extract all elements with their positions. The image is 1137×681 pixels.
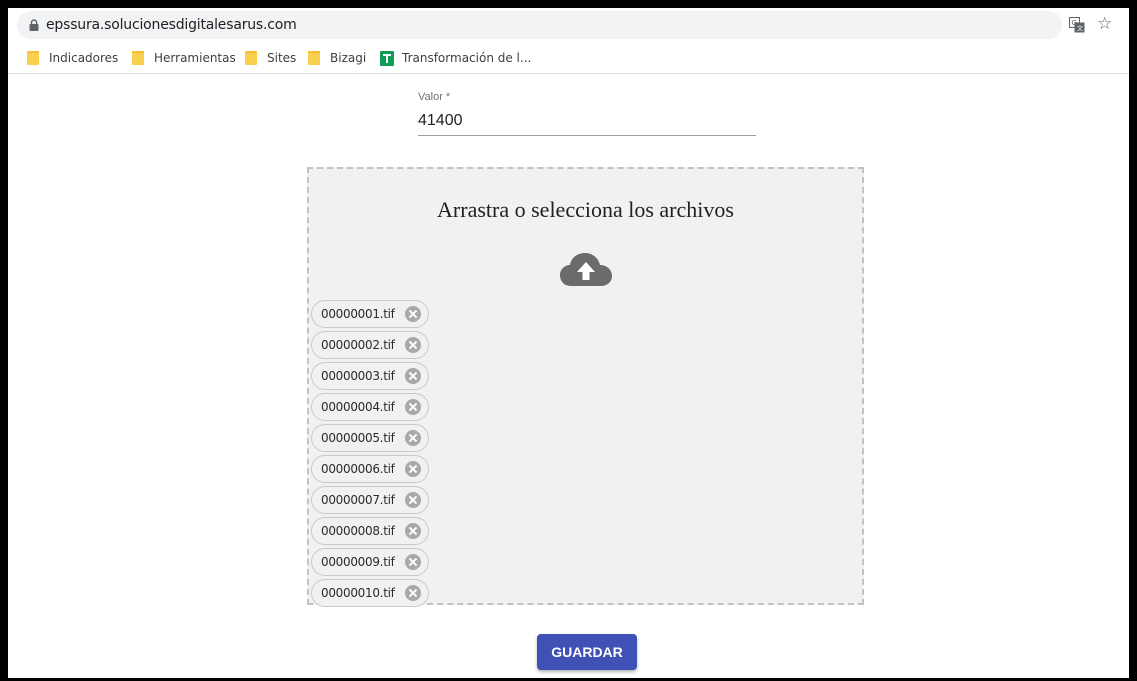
file-chip-label: 00000003.tif bbox=[321, 369, 395, 383]
file-chip-label: 00000010.tif bbox=[321, 586, 395, 600]
file-chip: 00000009.tif bbox=[311, 548, 429, 576]
file-chip-label: 00000001.tif bbox=[321, 307, 395, 321]
bookmark-label: Transformación de l... bbox=[402, 51, 532, 65]
omnibox[interactable]: epssura.solucionesdigitalesarus.com bbox=[17, 11, 1062, 39]
file-chip-label: 00000004.tif bbox=[321, 400, 395, 414]
file-chip: 00000003.tif bbox=[311, 362, 429, 390]
valor-underline bbox=[418, 135, 756, 136]
url-text[interactable]: epssura.solucionesdigitalesarus.com bbox=[46, 17, 297, 33]
file-chip: 00000006.tif bbox=[311, 455, 429, 483]
save-button[interactable]: GUARDAR bbox=[537, 634, 637, 670]
sheets-icon bbox=[380, 50, 394, 66]
remove-file-icon[interactable] bbox=[405, 399, 421, 415]
bookmark-sites[interactable]: Sites bbox=[245, 49, 296, 67]
file-chip: 00000007.tif bbox=[311, 486, 429, 514]
folder-icon bbox=[27, 51, 39, 65]
bookmark-label: Indicadores bbox=[49, 51, 119, 65]
file-chip-label: 00000007.tif bbox=[321, 493, 395, 507]
remove-file-icon[interactable] bbox=[405, 430, 421, 446]
remove-file-icon[interactable] bbox=[405, 523, 421, 539]
file-chip-label: 00000006.tif bbox=[321, 462, 395, 476]
lock-icon[interactable] bbox=[29, 19, 39, 31]
bookmark-transformacion[interactable]: Transformación de l... bbox=[380, 49, 531, 67]
valor-input[interactable]: 41400 bbox=[418, 112, 463, 130]
file-chip-label: 00000005.tif bbox=[321, 431, 395, 445]
remove-file-icon[interactable] bbox=[405, 492, 421, 508]
file-chip: 00000005.tif bbox=[311, 424, 429, 452]
remove-file-icon[interactable] bbox=[405, 368, 421, 384]
folder-icon bbox=[245, 51, 257, 65]
bookmark-label: Herramientas bbox=[154, 51, 236, 65]
translate-icon[interactable]: G 文 bbox=[1069, 17, 1085, 33]
star-icon[interactable]: ☆ bbox=[1097, 15, 1112, 32]
folder-icon bbox=[132, 51, 144, 65]
file-chip-label: 00000008.tif bbox=[321, 524, 395, 538]
bookmarks-bar: Indicadores Herramientas Sites Bizagi Tr… bbox=[8, 44, 1129, 74]
remove-file-icon[interactable] bbox=[405, 337, 421, 353]
bookmark-label: Sites bbox=[267, 51, 297, 65]
file-chip: 00000004.tif bbox=[311, 393, 429, 421]
folder-icon bbox=[308, 51, 320, 65]
file-chip-label: 00000002.tif bbox=[321, 338, 395, 352]
remove-file-icon[interactable] bbox=[405, 554, 421, 570]
bookmark-label: Bizagi bbox=[330, 51, 367, 65]
bookmark-bizagi[interactable]: Bizagi bbox=[308, 49, 366, 67]
bookmark-herramientas[interactable]: Herramientas bbox=[132, 49, 236, 67]
file-dropzone[interactable]: Arrastra o selecciona los archivos 00000… bbox=[307, 167, 864, 607]
remove-file-icon[interactable] bbox=[405, 585, 421, 601]
address-bar: epssura.solucionesdigitalesarus.com G 文 … bbox=[8, 8, 1129, 44]
file-chip: 00000001.tif bbox=[311, 300, 429, 328]
cloud-upload-icon[interactable] bbox=[560, 253, 612, 287]
valor-label: Valor * bbox=[418, 91, 451, 103]
remove-file-icon[interactable] bbox=[405, 306, 421, 322]
remove-file-icon[interactable] bbox=[405, 461, 421, 477]
file-chip-label: 00000009.tif bbox=[321, 555, 395, 569]
bookmark-indicadores[interactable]: Indicadores bbox=[27, 49, 118, 67]
browser-window: epssura.solucionesdigitalesarus.com G 文 … bbox=[8, 8, 1129, 678]
file-chip: 00000010.tif bbox=[311, 579, 429, 607]
dropzone-title: Arrastra o selecciona los archivos bbox=[437, 197, 734, 222]
file-chip: 00000002.tif bbox=[311, 331, 429, 359]
svg-text:文: 文 bbox=[1077, 25, 1083, 33]
file-chip: 00000008.tif bbox=[311, 517, 429, 545]
